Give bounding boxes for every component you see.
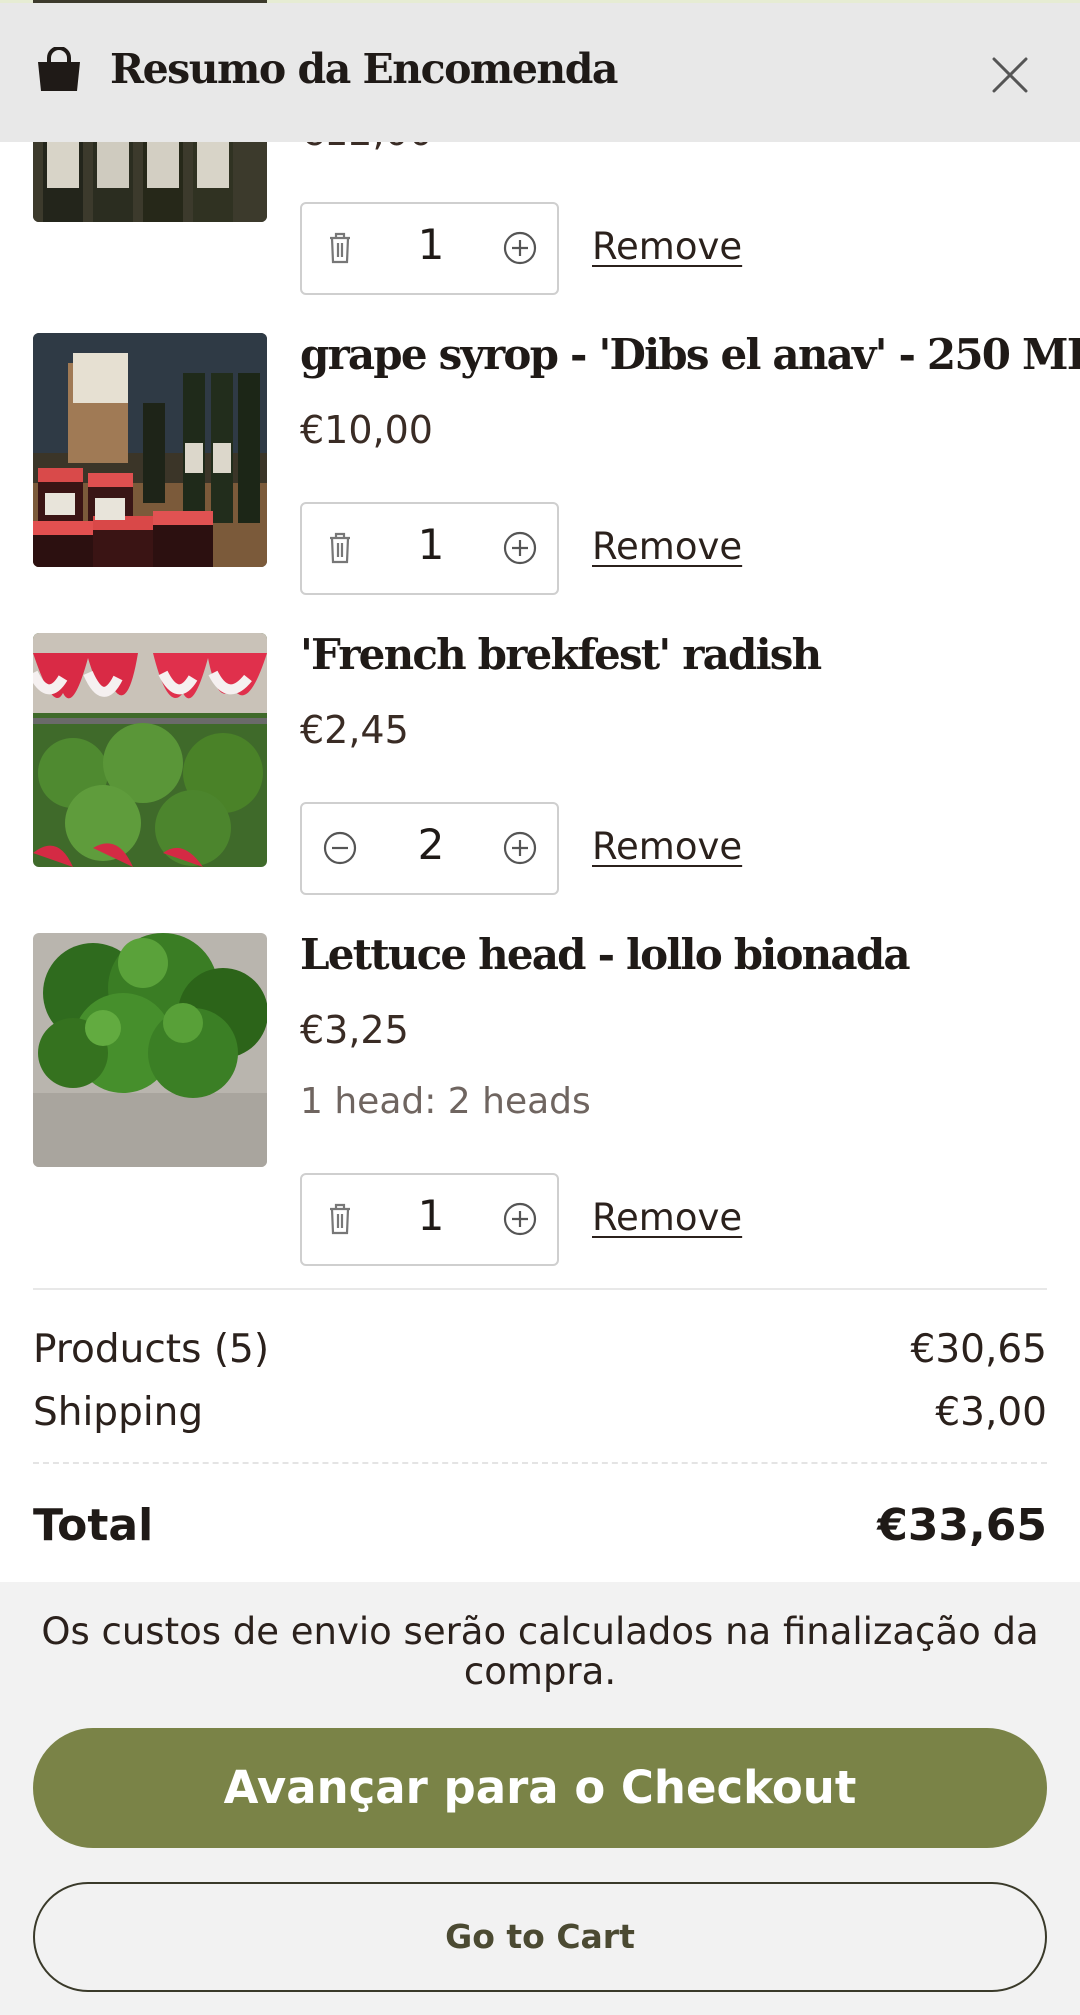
product-name[interactable]: Lettuce head - lollo bionada [300, 930, 911, 979]
quantity-stepper: 1 [300, 502, 559, 595]
quantity-value[interactable]: 2 [372, 820, 490, 869]
quantity-value[interactable]: 1 [372, 220, 490, 269]
close-icon[interactable] [990, 55, 1030, 95]
product-price: €2,45 [300, 708, 409, 752]
remove-link[interactable]: Remove [592, 1196, 742, 1239]
dashed-divider [33, 1462, 1047, 1464]
total-value: €33,65 [877, 1500, 1047, 1551]
shipping-value: €3,00 [935, 1390, 1047, 1435]
trash-icon[interactable] [320, 528, 360, 568]
quantity-stepper: 2 [300, 802, 559, 895]
quantity-value[interactable]: 1 [372, 1191, 490, 1240]
go-to-cart-button[interactable]: Go to Cart [33, 1882, 1047, 1992]
divider [33, 1288, 1047, 1290]
remove-link[interactable]: Remove [592, 825, 742, 868]
order-summary-header: Resumo da Encomenda [0, 3, 1080, 142]
remove-link[interactable]: Remove [592, 225, 742, 268]
quantity-value[interactable]: 1 [372, 520, 490, 569]
trash-icon[interactable] [320, 1199, 360, 1239]
product-name[interactable]: 'French brekfest' radish [300, 630, 822, 679]
plus-circle-icon[interactable] [500, 528, 540, 568]
shopping-bag-icon [38, 47, 80, 91]
page-title: Resumo da Encomenda [110, 45, 618, 93]
total-label: Total [33, 1500, 154, 1551]
shipping-label: Shipping [33, 1390, 204, 1435]
product-image [33, 933, 267, 1167]
product-variant: 1 head: 2 heads [300, 1081, 591, 1122]
product-price: €3,25 [300, 1008, 409, 1052]
quantity-stepper: 1 [300, 1173, 559, 1266]
products-label: Products (5) [33, 1327, 270, 1372]
checkout-button[interactable]: Avançar para o Checkout [33, 1728, 1047, 1848]
products-value: €30,65 [910, 1327, 1047, 1372]
product-name[interactable]: grape syrop - 'Dibs el anav' - 250 ML [300, 330, 1080, 379]
product-image [33, 333, 267, 567]
shipping-note: Os custos de envio serão calculados na f… [41, 1610, 1039, 1693]
minus-circle-icon[interactable] [320, 828, 360, 868]
product-image [33, 633, 267, 867]
trash-icon[interactable] [320, 228, 360, 268]
product-price: €10,00 [300, 408, 433, 452]
checkout-footer: Os custos de envio serão calculados na f… [0, 1582, 1080, 2015]
plus-circle-icon[interactable] [500, 1199, 540, 1239]
plus-circle-icon[interactable] [500, 228, 540, 268]
products-count: (5) [213, 1327, 270, 1372]
remove-link[interactable]: Remove [592, 525, 742, 568]
plus-circle-icon[interactable] [500, 828, 540, 868]
quantity-stepper: 1 [300, 202, 559, 295]
